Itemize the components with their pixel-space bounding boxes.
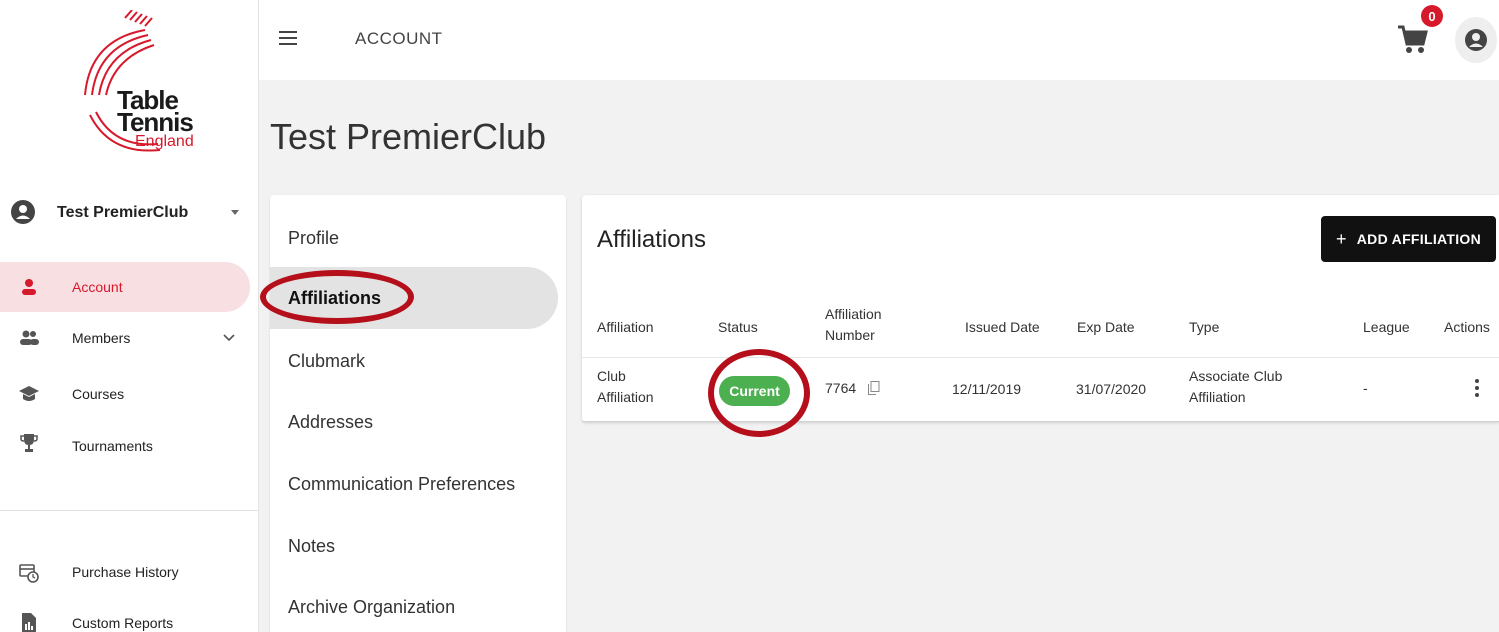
topbar-title: ACCOUNT — [355, 29, 443, 48]
hamburger-icon[interactable] — [279, 31, 297, 45]
report-icon — [22, 613, 36, 632]
subnav-item-clubmark[interactable]: Clubmark — [288, 351, 365, 372]
sidebar: Table Tennis England Test PremierClub Ac… — [0, 0, 259, 632]
cart-icon[interactable] — [1396, 22, 1430, 56]
logo-text-england: England — [135, 133, 194, 150]
cell-affiliation-line2: Affiliation — [597, 389, 654, 405]
annotation-oval-status — [708, 349, 810, 437]
cell-issued-date: 12/11/2019 — [952, 381, 1022, 397]
cart-count-badge: 0 — [1421, 5, 1443, 27]
sidebar-item-account[interactable]: Account — [0, 262, 250, 312]
affiliations-title: Affiliations — [597, 226, 706, 253]
cell-affiliation-line1: Club — [597, 368, 626, 384]
subnav-item-archive-organization[interactable]: Archive Organization — [288, 597, 455, 618]
column-header-type: Type — [1189, 319, 1220, 335]
school-icon — [19, 386, 39, 401]
column-header-number: Affiliation Number — [825, 304, 882, 346]
subnav-item-notes[interactable]: Notes — [288, 536, 335, 557]
sidebar-item-members[interactable]: Members — [0, 313, 250, 363]
column-header-actions: Actions — [1444, 319, 1490, 335]
page-title: Test PremierClub — [270, 116, 547, 157]
column-header-issued-date: Issued Date — [965, 319, 1040, 335]
top-app-bar: ACCOUNT 0 — [259, 0, 1499, 80]
org-selector[interactable]: Test PremierClub — [0, 192, 259, 238]
cell-type-line1: Associate Club — [1189, 368, 1283, 384]
sidebar-item-label: Custom Reports — [72, 615, 174, 631]
sidebar-item-custom-reports[interactable]: Custom Reports — [0, 598, 250, 632]
subnav-item-communication-preferences[interactable]: Communication Preferences — [288, 474, 515, 495]
cell-league: - — [1363, 380, 1368, 396]
annotation-oval-affiliations — [260, 270, 414, 324]
people-icon — [20, 330, 39, 345]
sidebar-item-label: Courses — [72, 386, 125, 402]
sidebar-item-label: Members — [72, 330, 131, 346]
sidebar-item-courses[interactable]: Courses — [0, 369, 250, 419]
person-icon — [22, 279, 36, 295]
column-header-affiliation: Affiliation — [597, 319, 654, 335]
table-divider — [582, 357, 1499, 358]
sidebar-divider — [0, 510, 259, 511]
plus-icon: + — [1335, 228, 1347, 249]
sidebar-item-label: Purchase History — [72, 564, 179, 580]
history-icon — [19, 564, 39, 583]
cell-affiliation: Club Affiliation — [597, 366, 654, 408]
subnav-item-profile[interactable]: Profile — [288, 228, 339, 249]
sidebar-item-purchase-history[interactable]: Purchase History — [0, 547, 250, 597]
cell-affiliation-number: 7764 — [825, 380, 857, 396]
sidebar-item-tournaments[interactable]: Tournaments — [0, 421, 250, 471]
column-header-exp-date: Exp Date — [1077, 319, 1135, 335]
cell-type-line2: Affiliation — [1189, 389, 1246, 405]
more-vert-icon[interactable] — [1475, 378, 1479, 398]
column-header-number-line2: Number — [825, 327, 875, 343]
copy-icon[interactable] — [868, 381, 880, 395]
add-affiliation-button[interactable]: + ADD AFFILIATION — [1321, 216, 1496, 262]
sidebar-item-label: Account — [72, 279, 123, 295]
caret-down-icon — [231, 210, 239, 215]
user-menu-button[interactable] — [1455, 17, 1497, 63]
column-header-league: League — [1363, 319, 1410, 335]
org-name: Test PremierClub — [57, 204, 189, 221]
cell-exp-date: 31/07/2020 — [1076, 381, 1147, 397]
chevron-down-icon[interactable] — [222, 331, 236, 345]
sidebar-item-label: Tournaments — [72, 438, 153, 454]
column-header-number-line1: Affiliation — [825, 306, 882, 322]
account-subnav: Profile Affiliations Clubmark Addresses … — [270, 195, 566, 632]
account-circle-icon — [1465, 29, 1487, 51]
cell-type: Associate Club Affiliation — [1189, 366, 1282, 408]
column-header-status: Status — [718, 319, 758, 335]
account-circle-icon — [11, 200, 35, 224]
add-affiliation-label: ADD AFFILIATION — [1356, 231, 1482, 247]
trophy-icon — [20, 434, 38, 452]
subnav-item-addresses[interactable]: Addresses — [288, 412, 373, 433]
